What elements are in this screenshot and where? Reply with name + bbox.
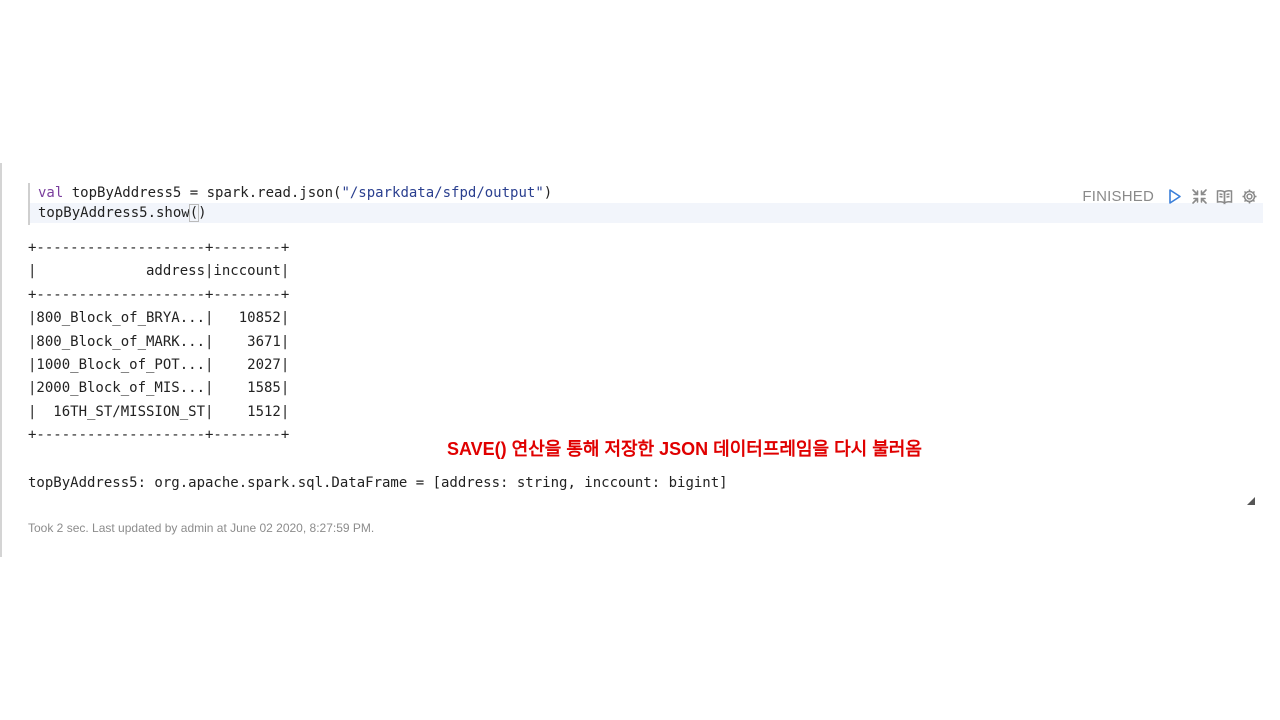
output-table: +--------------------+--------+ | addres… <box>28 240 290 444</box>
gear-icon[interactable] <box>1241 188 1258 205</box>
code-text: topByAddress5.show <box>38 205 190 221</box>
code-string: "/sparkdata/sfpd/output" <box>341 185 544 201</box>
shrink-icon[interactable] <box>1191 188 1208 205</box>
matched-paren-open: ( <box>188 204 200 222</box>
dataframe-result-line: topByAddress5: org.apache.spark.sql.Data… <box>28 475 728 491</box>
code-line-1[interactable]: val topByAddress5 = spark.read.json("/sp… <box>38 183 552 203</box>
code-keyword: val <box>38 185 64 201</box>
notebook-paragraph: val topByAddress5 = spark.read.json("/sp… <box>0 163 1266 557</box>
matched-paren-close: ) <box>198 205 207 221</box>
annotation-text: SAVE() 연산을 통해 저장한 JSON 데이터프레임을 다시 불러옴 <box>447 439 922 459</box>
run-icon[interactable] <box>1166 188 1183 205</box>
code-text: ) <box>543 185 553 201</box>
book-icon[interactable] <box>1216 188 1233 205</box>
paragraph-footer: Took 2 sec. Last updated by admin at Jun… <box>28 521 375 535</box>
code-text: topByAddress5 = spark.read.json( <box>63 185 342 201</box>
status-label: FINISHED <box>1082 187 1154 205</box>
code-line-2-active[interactable]: topByAddress5.show() <box>30 203 1263 223</box>
code-editor[interactable]: val topByAddress5 = spark.read.json("/sp… <box>28 183 1263 225</box>
paragraph-control-bar: FINISHED <box>1082 185 1258 207</box>
resize-handle-icon[interactable] <box>1246 493 1256 505</box>
